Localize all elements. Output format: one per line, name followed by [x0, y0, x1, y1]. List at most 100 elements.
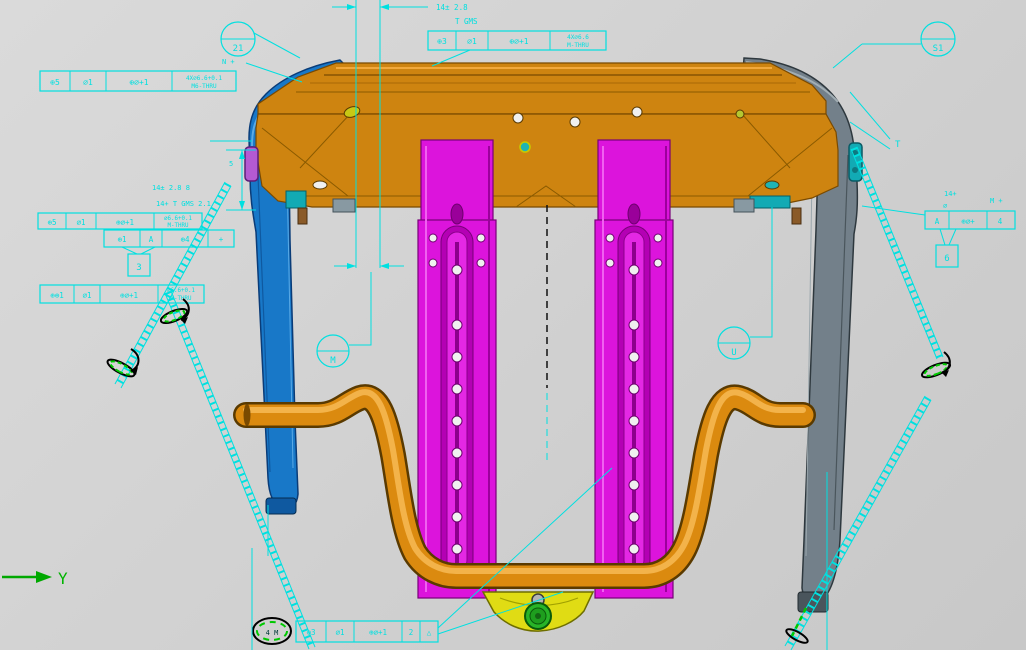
hole[interactable] — [477, 234, 485, 242]
fcf-note[interactable]: M-THRU — [567, 42, 589, 49]
spacer-left[interactable] — [298, 208, 307, 224]
fcf-cell[interactable]: ⊕4 — [180, 235, 190, 244]
crossmember-top-flange[interactable] — [258, 63, 826, 114]
note-label[interactable]: T — [895, 140, 901, 150]
fcf-left-a[interactable]: ⊕5 ⌀1 ⊕⌀+1 ⌀6.6+0.1 M-THRU — [38, 213, 202, 229]
fcf-cell[interactable]: 2 — [409, 628, 414, 637]
axis-triad: Y — [2, 569, 68, 588]
hole[interactable] — [736, 110, 744, 118]
dim-note[interactable]: T GMS — [455, 17, 478, 26]
balloon-top-left[interactable]: 21 N + — [221, 22, 302, 82]
note-right-mm[interactable]: M + — [990, 197, 1003, 205]
note-left-2[interactable]: 14+ T GMS 2.1 — [156, 200, 211, 208]
balloon-top-right[interactable]: S1 — [833, 22, 955, 68]
note-right-14[interactable]: 14+ — [944, 190, 957, 198]
balloon-label[interactable]: S1 — [933, 44, 944, 54]
tab-left[interactable] — [333, 199, 355, 212]
fcf-cell[interactable]: 4 — [998, 217, 1003, 226]
fcf-cell[interactable]: ⌀1 — [83, 78, 93, 87]
balloon-label[interactable]: U — [731, 348, 736, 358]
spot-label[interactable]: 4 M — [266, 629, 279, 637]
balloon-subnote[interactable]: N + — [222, 58, 235, 66]
hole[interactable] — [513, 113, 523, 123]
fcf-cell[interactable]: A — [935, 217, 940, 226]
fcf-cell[interactable]: △ — [427, 628, 432, 637]
fcf-note[interactable]: 4X⌀6.6+0.1 — [186, 75, 223, 82]
fcf-cell[interactable]: ⌀1 — [76, 218, 85, 227]
crossmember-panel[interactable] — [256, 63, 838, 207]
hole[interactable] — [632, 107, 642, 117]
hole[interactable] — [429, 259, 437, 267]
datum-label[interactable]: 3 — [136, 263, 141, 273]
rail-oval-hole[interactable] — [451, 204, 463, 224]
hole[interactable] — [606, 234, 614, 242]
fcf-cell[interactable]: ⊕5 — [50, 78, 60, 87]
hole[interactable] — [654, 259, 662, 267]
fcf-note[interactable]: M-THRU — [168, 223, 189, 229]
fcf-cell[interactable]: ⌀1 — [335, 628, 344, 637]
latch-bracket[interactable] — [483, 592, 593, 631]
fcf-cell[interactable]: ⊕⌀+1 — [509, 37, 528, 46]
dim-text[interactable]: 5 — [229, 160, 233, 168]
fcf-top-left[interactable]: ⊕5 ⌀1 ⊕⌀+1 4X⌀6.6+0.1 M6-THRU — [40, 71, 236, 91]
seat-frame-model[interactable] — [244, 58, 863, 631]
pivot-bolt-center — [535, 613, 541, 619]
note-right-T[interactable]: T — [850, 92, 901, 150]
rail-oval-hole[interactable] — [628, 204, 640, 224]
tab-right[interactable] — [734, 199, 754, 212]
arrowhead — [347, 4, 356, 10]
fcf-cell[interactable]: ⌀1 — [82, 291, 91, 300]
dim-text[interactable]: 14± 2.8 — [436, 3, 468, 12]
slide-rail-left[interactable] — [418, 140, 496, 598]
bracket-foot[interactable] — [266, 498, 296, 514]
fcf-cell[interactable]: ⊕1 — [117, 235, 126, 244]
balloon-label[interactable]: 21 — [233, 44, 244, 54]
slot-hole[interactable] — [313, 181, 327, 189]
hole[interactable] — [570, 117, 580, 127]
fcf-cell[interactable]: ⌀1 — [467, 37, 477, 46]
balloon-label[interactable]: M — [330, 356, 336, 366]
fcf-cell[interactable]: ⊕⌀+ — [961, 217, 975, 226]
hole[interactable] — [429, 234, 437, 242]
slide-rail-right[interactable] — [595, 140, 673, 598]
balloon-mid-right[interactable]: U — [718, 207, 772, 359]
crossmember-face[interactable] — [256, 114, 838, 207]
weld-leader-right-1[interactable] — [851, 147, 952, 380]
fcf-cell[interactable]: ⊕3 — [306, 628, 315, 637]
fcf-cell[interactable]: ⊕5 — [47, 218, 56, 227]
anchor-left[interactable] — [286, 191, 306, 208]
fcf-left-b[interactable]: ⊕1 A ⊕4 + 3 — [104, 230, 234, 276]
spacer-right[interactable] — [792, 208, 801, 224]
fastener-left[interactable] — [245, 147, 258, 181]
frame-tube[interactable] — [244, 392, 804, 576]
note-right-dia[interactable]: ⌀ — [943, 202, 947, 210]
fcf-note[interactable]: M6-THRU — [191, 83, 217, 90]
tube-body[interactable] — [246, 397, 803, 576]
fcf-note[interactable]: 4X⌀6.6 — [567, 34, 589, 41]
fcf-cell[interactable]: ⊕⌀+1 — [129, 78, 148, 87]
fcf-note[interactable]: ⌀6.6+0.1 — [164, 216, 192, 222]
fcf-cell[interactable]: ⊕3 — [437, 37, 447, 46]
hole[interactable] — [606, 259, 614, 267]
note-left-1[interactable]: 14± 2.8 8 — [152, 184, 190, 192]
cad-viewport[interactable]: 14± 2.8 T GMS ⊕5 ⌀1 ⊕⌀+1 4X⌀6.6+0.1 M6-T… — [0, 0, 1026, 650]
fcf-cell[interactable]: ⊕⌀+1 — [369, 628, 387, 637]
arrowhead — [239, 150, 245, 159]
fcf-cell[interactable]: ⊕⊕1 — [50, 291, 64, 300]
hole[interactable] — [477, 259, 485, 267]
pilot-hole[interactable] — [520, 142, 530, 152]
datum-label[interactable]: 6 — [944, 254, 949, 264]
balloon-mid-left[interactable]: M — [317, 272, 371, 367]
fastener-detail — [852, 167, 858, 173]
fcf-top-center[interactable]: ⊕3 ⌀1 ⊕⌀+1 4X⌀6.6 M-THRU — [428, 31, 606, 66]
fcf-cell[interactable]: ⊕⌀+1 — [116, 218, 134, 227]
fcf-left-c[interactable]: ⊕⊕1 ⌀1 ⊕⌀+1 ⌀6.6+0.1 M-THRU — [40, 285, 204, 303]
arrowhead — [239, 201, 245, 210]
fcf-cell[interactable]: ⊕⌀+1 — [120, 291, 138, 300]
anchor-right[interactable] — [750, 196, 790, 208]
fcf-cell[interactable]: + — [219, 235, 224, 244]
fcf-right[interactable]: A ⊕⌀+ 4 14+ ⌀ M + 6 — [862, 190, 1015, 267]
slot-hole[interactable] — [765, 181, 779, 189]
hole[interactable] — [654, 234, 662, 242]
fcf-cell[interactable]: A — [149, 235, 154, 244]
